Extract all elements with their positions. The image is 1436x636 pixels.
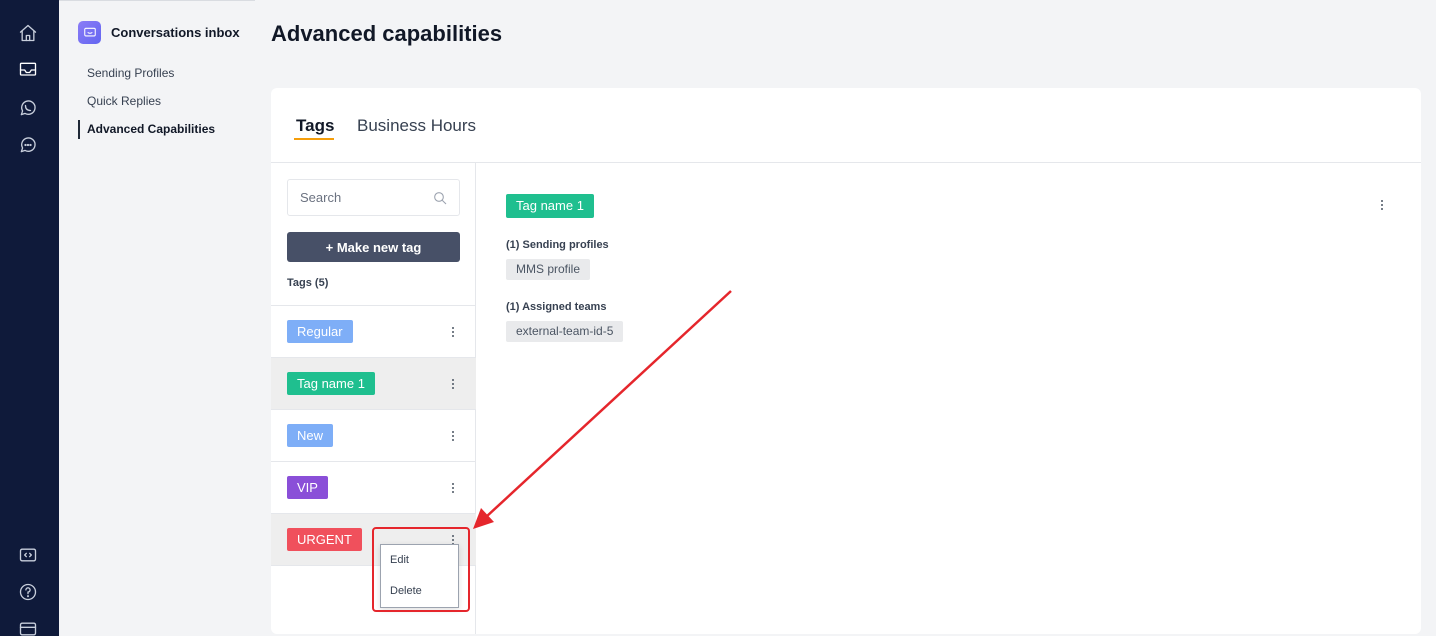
tag-pill: VIP	[287, 476, 328, 499]
tag-list: Regular Tag name 1 New VIP URGENT	[271, 305, 476, 566]
page-title: Advanced capabilities	[271, 21, 503, 46]
inbox-icon[interactable]	[17, 59, 39, 81]
more-options-icon[interactable]	[448, 481, 458, 495]
more-options-icon[interactable]	[448, 429, 458, 443]
sidebar-item-advanced-capabilities[interactable]: Advanced Capabilities	[87, 122, 215, 136]
sending-profile-chip: MMS profile	[506, 259, 591, 280]
sending-profiles-label: (1) Sending profiles	[506, 239, 609, 251]
search-icon[interactable]	[432, 190, 448, 206]
tag-pill: Regular	[287, 320, 353, 343]
home-icon[interactable]	[17, 22, 39, 44]
search-input[interactable]	[300, 190, 420, 205]
tag-row-new[interactable]: New	[271, 410, 476, 462]
whatsapp-icon[interactable]	[17, 97, 39, 119]
tag-row-tag-name-1[interactable]: Tag name 1	[271, 358, 476, 410]
active-indicator	[78, 120, 80, 139]
more-options-icon[interactable]	[448, 325, 458, 339]
active-tab-underline	[294, 138, 334, 140]
search-box	[287, 179, 460, 216]
help-icon[interactable]	[17, 581, 39, 603]
tag-pill: New	[287, 424, 334, 447]
tab-business-hours[interactable]: Business Hours	[357, 116, 476, 136]
tag-context-menu: Edit Delete	[380, 544, 459, 608]
tab-bar: Tags Business Hours	[271, 88, 1421, 163]
billing-card-icon[interactable]	[17, 618, 39, 636]
code-icon[interactable]	[17, 544, 39, 566]
make-new-tag-button[interactable]: + Make new tag	[287, 232, 460, 262]
assigned-team-chip: external-team-id-5	[506, 321, 624, 342]
app-rail	[0, 0, 59, 636]
more-options-icon[interactable]	[448, 377, 458, 391]
sidebar-header: Conversations inbox	[78, 21, 240, 44]
detail-more-options-icon[interactable]	[1377, 198, 1387, 212]
tag-pill: URGENT	[287, 528, 362, 551]
tab-tags[interactable]: Tags	[296, 116, 334, 136]
menu-item-edit[interactable]: Edit	[390, 554, 409, 566]
selected-tag-pill: Tag name 1	[506, 194, 594, 218]
tag-pill: Tag name 1	[287, 372, 375, 395]
tag-row-vip[interactable]: VIP	[271, 462, 476, 514]
menu-item-delete[interactable]: Delete	[390, 585, 422, 597]
tags-count-label: Tags (5)	[287, 277, 329, 289]
sidebar-item-quick-replies[interactable]: Quick Replies	[87, 94, 161, 108]
assigned-teams-label: (1) Assigned teams	[506, 301, 607, 313]
settings-sidebar: Conversations inbox Sending Profiles Qui…	[59, 0, 255, 636]
tag-row-regular[interactable]: Regular	[271, 306, 476, 358]
sidebar-item-sending-profiles[interactable]: Sending Profiles	[87, 66, 174, 80]
conversations-logo-icon	[78, 21, 101, 44]
sidebar-title: Conversations inbox	[111, 25, 240, 40]
chat-bubble-icon[interactable]	[17, 134, 39, 156]
